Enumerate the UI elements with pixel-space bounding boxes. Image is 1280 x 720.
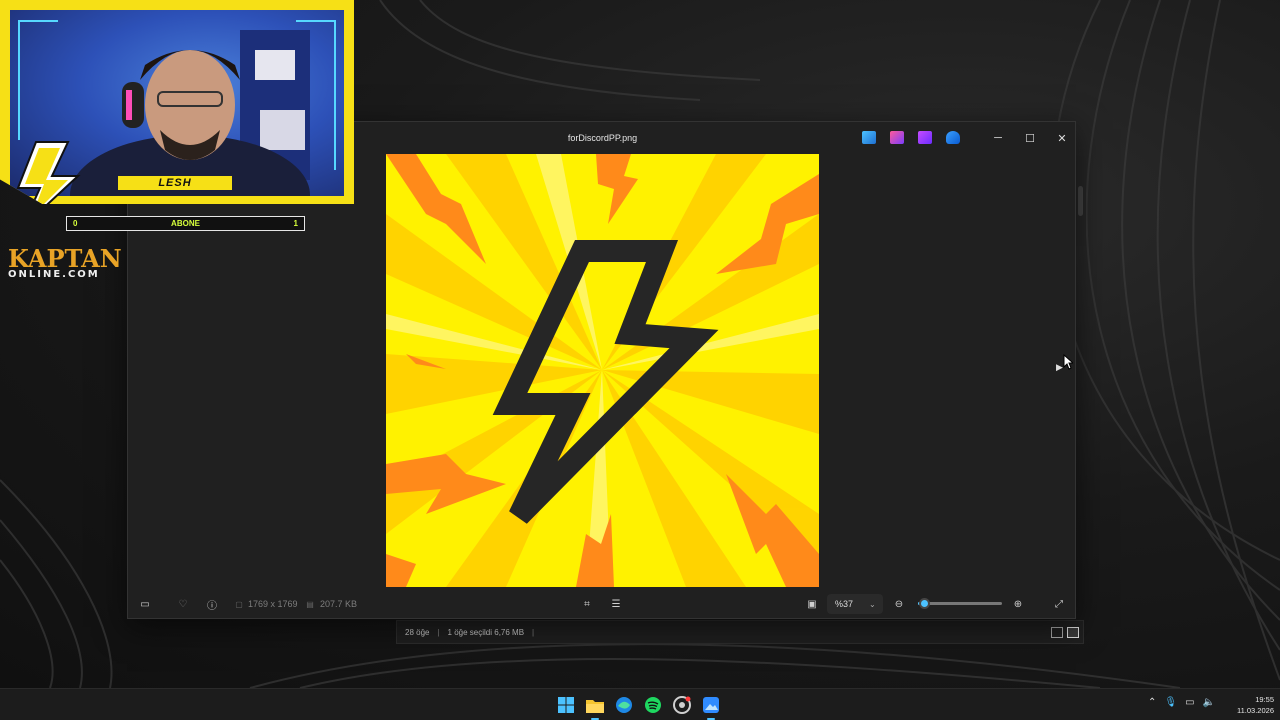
chevron-down-icon: ⌄ bbox=[869, 599, 876, 609]
favorite-icon[interactable]: ♡ bbox=[176, 597, 190, 611]
status-separator: | bbox=[437, 627, 440, 637]
fullscreen-icon[interactable]: ⤢ bbox=[1052, 597, 1066, 611]
clock-time: 19:55 bbox=[1255, 695, 1274, 704]
brand-domain: ONLINE.COM bbox=[8, 269, 100, 280]
large-icons-view-button[interactable] bbox=[1067, 627, 1079, 638]
streamer-name-plate: LESH bbox=[118, 176, 232, 190]
info-icon[interactable]: ⓘ bbox=[205, 597, 219, 612]
item-count: 28 öğe bbox=[405, 627, 430, 637]
details-view-button[interactable] bbox=[1051, 627, 1063, 638]
minimize-button[interactable]: ─ bbox=[982, 128, 1014, 148]
sub-goal-max: 1 bbox=[293, 219, 298, 228]
filmstrip-icon[interactable]: ▭ bbox=[138, 597, 152, 611]
network-icon[interactable]: ▭ bbox=[1185, 697, 1194, 708]
microphone-icon[interactable]: 🎙 bbox=[1164, 697, 1177, 708]
window-controls: ─ ☐ ✕ bbox=[982, 128, 1078, 148]
volume-icon[interactable]: 🔈 bbox=[1203, 697, 1215, 708]
photos-edit-icon[interactable] bbox=[862, 131, 876, 144]
lightning-bolt-image bbox=[386, 154, 819, 587]
view-toggles bbox=[1051, 627, 1079, 638]
explorer-scrollbar[interactable] bbox=[1076, 156, 1086, 246]
sub-goal-label: ABONE bbox=[171, 219, 200, 228]
hud-frame bbox=[296, 20, 336, 170]
text-scan-icon[interactable]: ☰ bbox=[609, 597, 623, 611]
zoom-slider[interactable] bbox=[918, 598, 1002, 609]
onedrive-icon[interactable] bbox=[946, 131, 960, 144]
zoom-slider-thumb[interactable] bbox=[919, 598, 930, 609]
displayed-image bbox=[386, 154, 819, 587]
file-size-icon: ▤ bbox=[306, 599, 314, 609]
webcam-overlay: LESH bbox=[0, 0, 354, 204]
image-dimensions: 1769 x 1769 bbox=[248, 599, 298, 609]
visual-search-icon[interactable]: ⌗ bbox=[580, 597, 594, 611]
edge-icon[interactable] bbox=[614, 695, 634, 715]
clock-date: 11.03.2026 bbox=[1237, 706, 1274, 715]
chrome-icon[interactable] bbox=[672, 695, 692, 715]
chevron-up-icon[interactable]: ⌃ bbox=[1148, 697, 1156, 708]
mouse-cursor-icon bbox=[1063, 354, 1073, 370]
edit-app-icons bbox=[862, 131, 960, 144]
explorer-status-bar: 28 öğe | 1 öğe seçildi 6,76 MB | bbox=[396, 620, 1084, 644]
designer-icon[interactable] bbox=[918, 131, 932, 144]
status-separator: | bbox=[532, 627, 535, 637]
taskbar-clock[interactable]: 19:55 11.03.2026 bbox=[1222, 694, 1274, 716]
hud-frame bbox=[18, 20, 58, 140]
zoom-dropdown[interactable]: %37 ⌄ bbox=[827, 594, 883, 614]
viewer-bottom-toolbar: ▭ ♡ ⓘ ▢ 1769 x 1769 ▤ 207.7 KB ⌗ ☰ ▣ %37… bbox=[128, 588, 1075, 620]
selection-info: 1 öğe seçildi 6,76 MB bbox=[447, 627, 525, 637]
sub-goal-min: 0 bbox=[73, 219, 78, 228]
taskbar: ⌃ 🎙 ▭ 🔈 19:55 11.03.2026 bbox=[0, 688, 1280, 720]
image-size-icon: ▢ bbox=[235, 599, 243, 609]
taskbar-apps bbox=[556, 695, 721, 720]
maximize-button[interactable]: ☐ bbox=[1014, 128, 1046, 148]
clipchamp-icon[interactable] bbox=[890, 131, 904, 144]
spotify-icon[interactable] bbox=[643, 695, 663, 715]
file-size: 207.7 KB bbox=[320, 599, 358, 609]
photos-icon[interactable] bbox=[701, 695, 721, 720]
zoom-value: %37 bbox=[835, 599, 854, 609]
start-icon[interactable] bbox=[556, 695, 576, 715]
kaptan-online-logo: KAPTAN ONLINE.COM bbox=[8, 246, 122, 281]
subscriber-goal-bar: 0 ABONE 1 bbox=[66, 216, 305, 231]
zoom-out-icon[interactable]: ⊖ bbox=[892, 597, 906, 611]
file-explorer-icon[interactable] bbox=[585, 695, 605, 720]
system-tray: ⌃ 🎙 ▭ 🔈 bbox=[1148, 697, 1215, 708]
close-button[interactable]: ✕ bbox=[1046, 128, 1078, 148]
fit-window-icon[interactable]: ▣ bbox=[805, 597, 819, 611]
zoom-in-icon[interactable]: ⊕ bbox=[1011, 597, 1025, 611]
